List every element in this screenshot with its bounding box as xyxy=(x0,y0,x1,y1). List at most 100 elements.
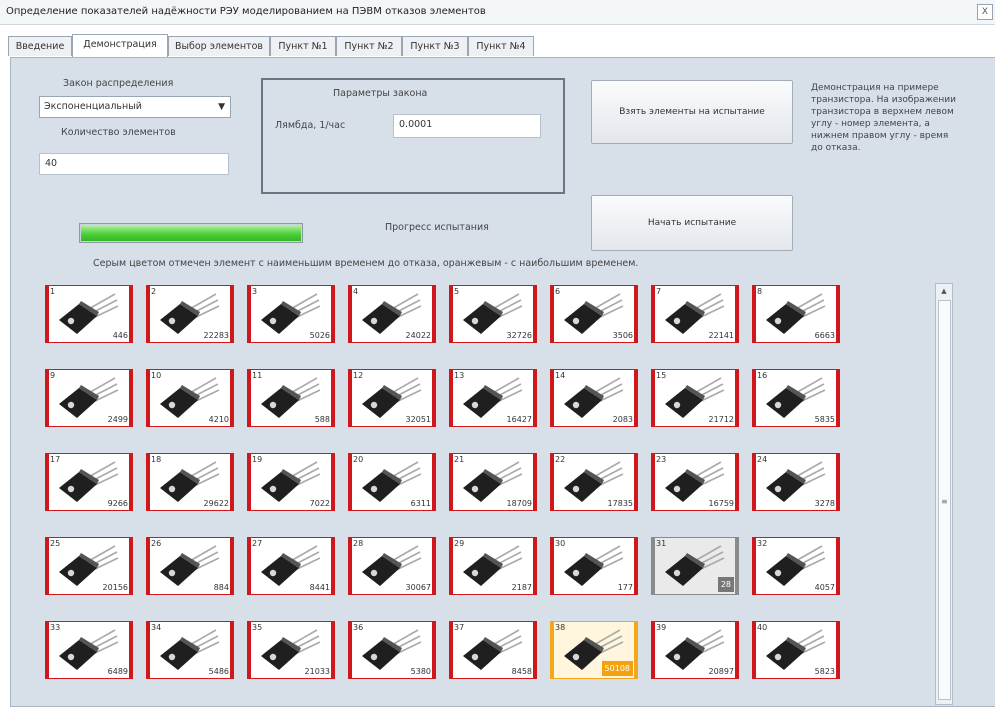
distribution-select[interactable]: Экспоненциальный ▼ xyxy=(39,96,231,118)
element-number: 23 xyxy=(656,455,667,464)
element-number: 13 xyxy=(454,371,465,380)
start-test-button[interactable]: Начать испытание xyxy=(591,195,793,251)
lambda-input[interactable]: 0.0001 xyxy=(393,114,541,138)
scroll-up-icon[interactable]: ▲ xyxy=(936,284,952,298)
tab-item-2[interactable]: Пункт №2 xyxy=(336,36,402,56)
element-failure-time: 50108 xyxy=(601,661,633,676)
element-number: 35 xyxy=(252,623,263,632)
element-number: 11 xyxy=(252,371,263,380)
grip-icon: ≡ xyxy=(941,497,948,506)
transistor-icon xyxy=(362,629,422,670)
count-value: 40 xyxy=(45,158,58,169)
progress-label: Прогресс испытания xyxy=(385,222,489,233)
element-card: 25 20156 xyxy=(45,537,133,595)
element-number: 21 xyxy=(454,455,465,464)
count-input[interactable]: 40 xyxy=(39,153,229,175)
tab-select-elements[interactable]: Выбор элементов xyxy=(168,36,270,56)
element-card: 18 29622 xyxy=(146,453,234,511)
grid-scrollbar[interactable]: ▲ ≡ xyxy=(935,283,953,705)
element-failure-time: 20156 xyxy=(102,583,128,592)
element-failure-time: 30067 xyxy=(405,583,431,592)
element-number: 9 xyxy=(50,371,56,380)
element-failure-time: 32051 xyxy=(405,415,431,424)
element-number: 15 xyxy=(656,371,667,380)
close-button[interactable]: X xyxy=(977,4,993,20)
transistor-icon xyxy=(362,545,422,586)
element-card: 3 5026 xyxy=(247,285,335,343)
element-number: 26 xyxy=(151,539,162,548)
element-card: 37 8458 xyxy=(449,621,537,679)
transistor-icon xyxy=(766,629,826,670)
element-failure-time: 29622 xyxy=(203,499,229,508)
element-card: 36 5380 xyxy=(348,621,436,679)
transistor-icon xyxy=(564,461,624,502)
element-failure-time: 2187 xyxy=(511,583,532,592)
tab-intro[interactable]: Введение xyxy=(8,36,72,56)
color-hint: Серым цветом отмечен элемент с наименьши… xyxy=(93,258,639,269)
transistor-icon xyxy=(261,629,321,670)
transistor-icon xyxy=(463,545,523,586)
transistor-icon xyxy=(59,545,119,586)
element-card: 29 2187 xyxy=(449,537,537,595)
tab-item-4[interactable]: Пункт №4 xyxy=(468,36,534,56)
element-card: 6 3506 xyxy=(550,285,638,343)
element-failure-time: 5835 xyxy=(814,415,835,424)
element-failure-time: 7022 xyxy=(309,499,330,508)
test-progress-bar xyxy=(79,223,303,243)
tab-demo[interactable]: Демонстрация xyxy=(72,34,168,57)
element-card: 1 446 xyxy=(45,285,133,343)
element-card: 39 20897 xyxy=(651,621,739,679)
element-failure-time: 21033 xyxy=(304,667,330,676)
element-failure-time: 32726 xyxy=(506,331,532,340)
tab-item-3[interactable]: Пункт №3 xyxy=(402,36,468,56)
element-card: 40 5823 xyxy=(752,621,840,679)
tab-item-1[interactable]: Пункт №1 xyxy=(270,36,336,56)
element-number: 6 xyxy=(555,287,561,296)
element-failure-time: 4057 xyxy=(814,583,835,592)
element-card: 20 6311 xyxy=(348,453,436,511)
element-failure-time: 5026 xyxy=(309,331,330,340)
transistor-icon xyxy=(362,461,422,502)
chevron-down-icon[interactable]: ▼ xyxy=(218,102,225,112)
element-card: 11 588 xyxy=(247,369,335,427)
element-failure-time: 5486 xyxy=(208,667,229,676)
element-number: 24 xyxy=(757,455,768,464)
element-failure-time: 6311 xyxy=(410,499,431,508)
element-card: 15 21712 xyxy=(651,369,739,427)
title-bar: Определение показателей надёжности РЭУ м… xyxy=(0,0,995,25)
element-number: 29 xyxy=(454,539,465,548)
element-card: 35 21033 xyxy=(247,621,335,679)
element-number: 36 xyxy=(353,623,364,632)
transistor-icon xyxy=(665,629,725,670)
element-failure-time: 6663 xyxy=(814,331,835,340)
element-failure-time: 3506 xyxy=(612,331,633,340)
element-number: 22 xyxy=(555,455,566,464)
element-failure-time: 6489 xyxy=(107,667,128,676)
element-card: 28 30067 xyxy=(348,537,436,595)
element-number: 4 xyxy=(353,287,359,296)
take-elements-button[interactable]: Взять элементы на испытание xyxy=(591,80,793,144)
params-title: Параметры закона xyxy=(333,88,428,99)
element-card: 8 6663 xyxy=(752,285,840,343)
element-number: 39 xyxy=(656,623,667,632)
element-number: 20 xyxy=(353,455,364,464)
element-card: 14 2083 xyxy=(550,369,638,427)
element-number: 30 xyxy=(555,539,566,548)
element-card: 5 32726 xyxy=(449,285,537,343)
element-failure-time: 16759 xyxy=(708,499,734,508)
element-card: 4 24022 xyxy=(348,285,436,343)
element-card: 19 7022 xyxy=(247,453,335,511)
scroll-thumb[interactable]: ≡ xyxy=(938,300,951,700)
transistor-icon xyxy=(564,293,624,334)
elements-grid: 1 446 2 22283 3 5026 4 24022 5 32726 6 3506 7 22141 8 6… xyxy=(45,285,915,705)
transistor-icon xyxy=(59,629,119,670)
element-number: 5 xyxy=(454,287,460,296)
element-number: 7 xyxy=(656,287,662,296)
transistor-icon xyxy=(766,377,826,418)
element-number: 2 xyxy=(151,287,157,296)
element-number: 16 xyxy=(757,371,768,380)
element-failure-time: 17835 xyxy=(607,499,633,508)
element-number: 28 xyxy=(353,539,364,548)
element-failure-time: 22141 xyxy=(708,331,734,340)
element-number: 33 xyxy=(50,623,61,632)
